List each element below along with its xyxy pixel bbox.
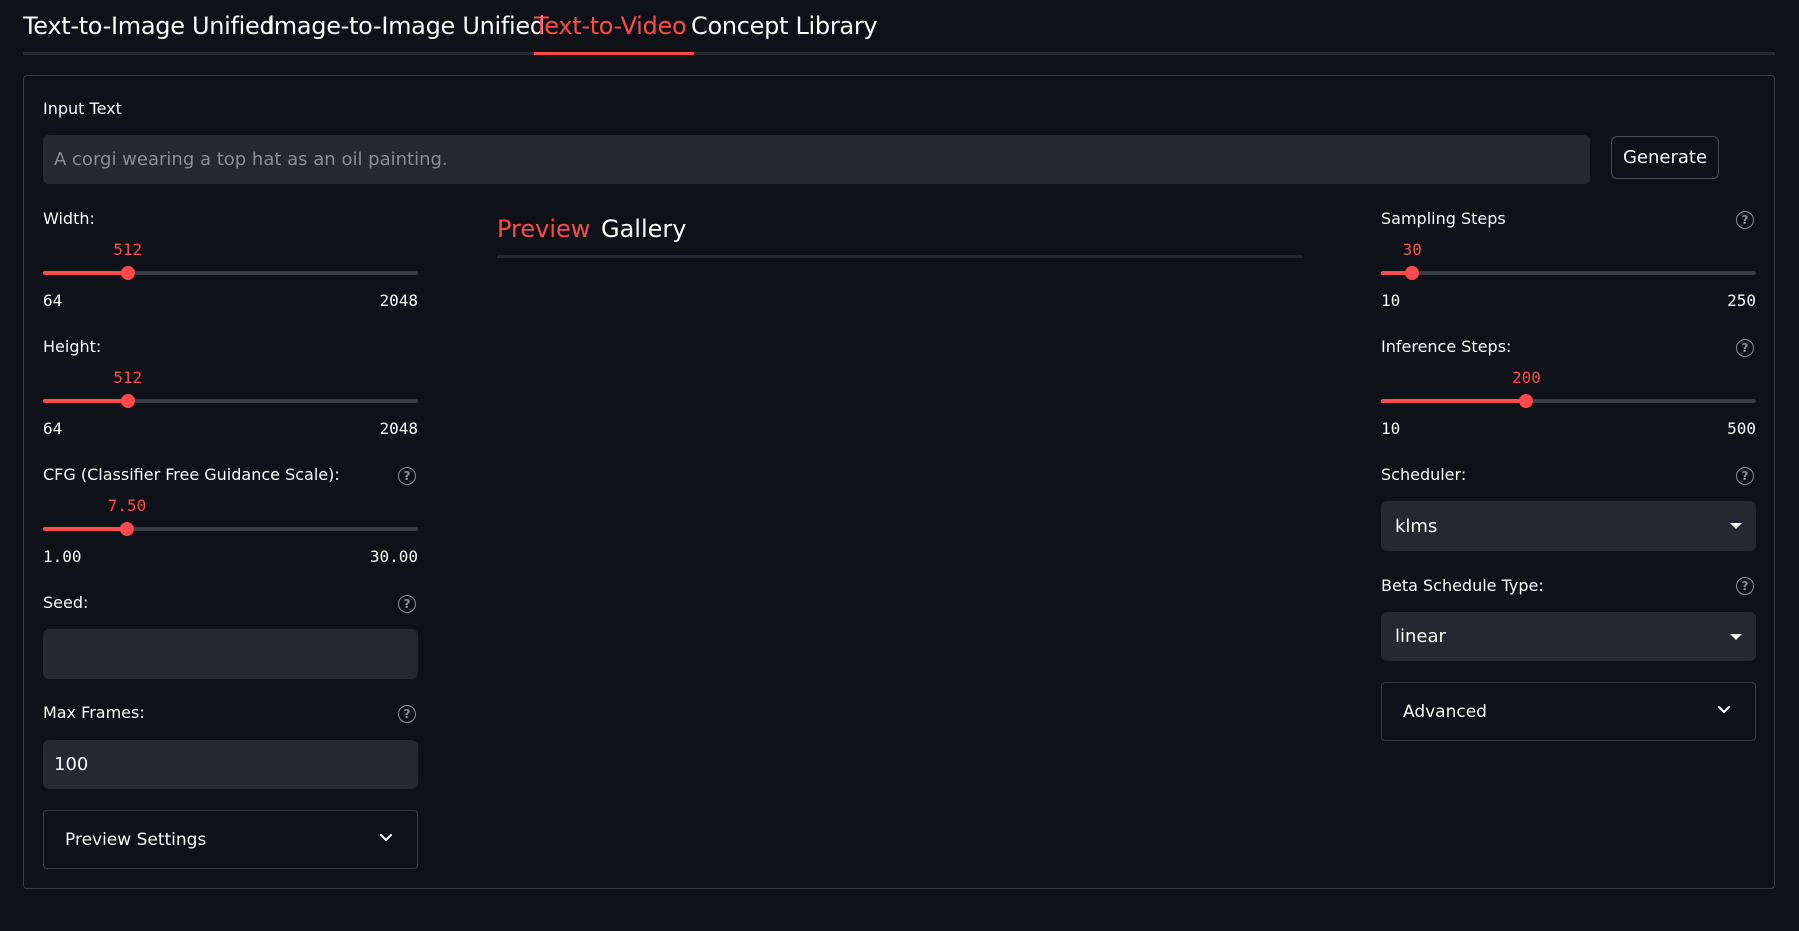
scheduler-help-icon[interactable]: ? <box>1736 467 1754 485</box>
scheduler-label: Scheduler: <box>1381 465 1467 484</box>
max-frames-input[interactable]: 100 <box>43 740 418 789</box>
prompt-placeholder: A corgi wearing a top hat as an oil pain… <box>54 149 448 170</box>
inference-steps-max: 500 <box>1727 419 1756 438</box>
chevron-down-icon <box>380 833 392 841</box>
height-min: 64 <box>43 419 63 438</box>
height-slider[interactable]: 512 64 2048 <box>43 368 418 438</box>
tab-text-to-video[interactable]: Text-to-Video <box>534 12 687 40</box>
cfg-slider[interactable]: 7.50 1.00 30.00 <box>43 496 418 566</box>
tab-image-to-image-unified[interactable]: Image-to-Image Unified <box>267 12 545 40</box>
cfg-label: CFG (Classifier Free Guidance Scale): <box>43 465 340 484</box>
beta-schedule-selected-value: linear <box>1395 626 1446 647</box>
width-slider-thumb[interactable] <box>120 266 135 280</box>
caret-down-icon <box>1730 523 1742 529</box>
advanced-label: Advanced <box>1403 701 1487 722</box>
tab-text-to-image-unified[interactable]: Text-to-Image Unified <box>23 12 275 40</box>
beta-schedule-select[interactable]: linear <box>1381 612 1756 661</box>
scheduler-select[interactable]: klms <box>1381 501 1756 551</box>
inference-steps-slider-thumb[interactable] <box>1519 394 1534 408</box>
width-min: 64 <box>43 291 63 310</box>
tab-preview[interactable]: Preview <box>497 215 590 243</box>
slider-fill <box>43 271 128 275</box>
cfg-min: 1.00 <box>43 547 82 566</box>
sampling-steps-slider-thumb[interactable] <box>1405 266 1420 280</box>
sampling-steps-slider[interactable]: 30 10 250 <box>1381 240 1756 310</box>
height-max: 2048 <box>379 419 418 438</box>
max-frames-help-icon[interactable]: ? <box>398 705 416 723</box>
generate-button[interactable]: Generate <box>1611 136 1719 179</box>
scheduler-selected-value: klms <box>1395 515 1438 537</box>
sampling-steps-help-icon[interactable]: ? <box>1736 211 1754 229</box>
caret-down-icon <box>1730 633 1742 640</box>
seed-input[interactable] <box>43 629 418 679</box>
input-text-label: Input Text <box>43 99 122 118</box>
width-slider[interactable]: 512 64 2048 <box>43 240 418 310</box>
inference-steps-label: Inference Steps: <box>1381 337 1512 356</box>
slider-track <box>1381 271 1756 275</box>
height-value: 512 <box>113 368 143 387</box>
seed-help-icon[interactable]: ? <box>398 595 416 613</box>
beta-schedule-label: Beta Schedule Type: <box>1381 576 1544 595</box>
slider-fill <box>43 399 128 403</box>
sampling-steps-label: Sampling Steps <box>1381 209 1506 228</box>
preview-settings-expander[interactable]: Preview Settings <box>43 810 418 869</box>
tab-gallery[interactable]: Gallery <box>601 215 686 243</box>
sampling-steps-max: 250 <box>1727 291 1756 310</box>
height-label: Height: <box>43 337 102 356</box>
preview-settings-label: Preview Settings <box>65 829 207 850</box>
inference-steps-help-icon[interactable]: ? <box>1736 339 1754 357</box>
sampling-steps-min: 10 <box>1381 291 1401 310</box>
inference-steps-value: 200 <box>1511 368 1541 387</box>
beta-schedule-help-icon[interactable]: ? <box>1736 577 1754 595</box>
seed-label: Seed: <box>43 593 89 612</box>
output-tab-bar: Preview Gallery <box>497 208 1302 258</box>
cfg-max: 30.00 <box>369 547 418 566</box>
inference-steps-slider[interactable]: 200 10 500 <box>1381 368 1756 438</box>
prompt-input[interactable]: A corgi wearing a top hat as an oil pain… <box>43 135 1590 184</box>
active-tab-indicator <box>534 52 694 55</box>
slider-fill <box>43 527 128 531</box>
width-max: 2048 <box>379 291 418 310</box>
tab-concept-library[interactable]: Concept Library <box>691 12 878 40</box>
inference-steps-min: 10 <box>1381 419 1401 438</box>
cfg-slider-thumb[interactable] <box>120 522 135 536</box>
width-label: Width: <box>43 209 95 228</box>
advanced-expander[interactable]: Advanced <box>1381 682 1756 741</box>
sampling-steps-value: 30 <box>1402 240 1422 259</box>
cfg-help-icon[interactable]: ? <box>398 467 416 485</box>
height-slider-thumb[interactable] <box>120 394 135 408</box>
main-tab-bar: Text-to-Image Unified Image-to-Image Uni… <box>23 0 1775 55</box>
width-value: 512 <box>113 240 143 259</box>
slider-fill <box>1381 399 1527 403</box>
chevron-down-icon <box>1718 705 1730 713</box>
cfg-value: 7.50 <box>107 496 147 515</box>
max-frames-label: Max Frames: <box>43 703 145 722</box>
